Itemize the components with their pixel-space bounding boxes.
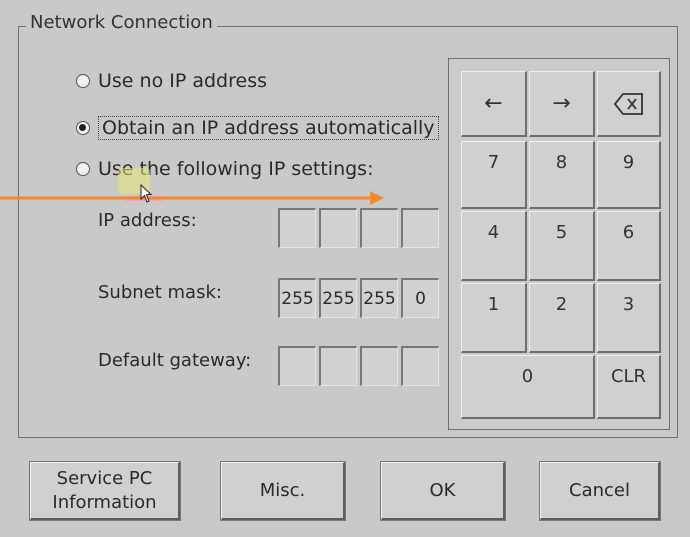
key-7[interactable]: 7 <box>461 141 527 209</box>
subnet-octet-1[interactable]: 255 <box>278 278 316 318</box>
key-8[interactable]: 8 <box>529 141 595 209</box>
button-label-line2: Information <box>52 491 157 513</box>
ip-octet-1[interactable] <box>278 208 316 248</box>
backspace-key[interactable] <box>597 71 661 137</box>
key-label: 1 <box>487 294 500 315</box>
ip-address-label: IP address: <box>98 210 197 231</box>
subnet-mask-label: Subnet mask: <box>98 282 222 303</box>
gateway-octet-4[interactable] <box>401 346 439 386</box>
ok-button[interactable]: OK <box>380 461 506 521</box>
key-label: 2 <box>555 294 568 315</box>
ip-octet-3[interactable] <box>360 208 398 248</box>
ip-address-field[interactable] <box>278 208 439 248</box>
radio-obtain-automatic[interactable]: Obtain an IP address automatically <box>76 116 439 140</box>
key-9[interactable]: 9 <box>597 141 661 209</box>
service-pc-information-button[interactable]: Service PC Information <box>29 461 181 521</box>
radio-no-ip[interactable]: Use no IP address <box>76 70 267 92</box>
button-label: OK <box>429 479 456 501</box>
key-label: CLR <box>610 366 647 387</box>
key-4[interactable]: 4 <box>461 211 527 281</box>
radio-label: Use no IP address <box>98 70 267 92</box>
radio-button-selected[interactable] <box>76 121 90 135</box>
subnet-octet-3[interactable]: 255 <box>360 278 398 318</box>
key-label: 0 <box>521 366 534 387</box>
key-label: 9 <box>622 152 635 173</box>
subnet-mask-field[interactable]: 255 255 255 0 <box>278 278 439 318</box>
key-3[interactable]: 3 <box>597 283 661 353</box>
button-label: Cancel <box>569 479 630 501</box>
ip-octet-4[interactable] <box>401 208 439 248</box>
numeric-keypad: ← → 7 8 9 4 5 6 1 2 3 0 CLR <box>448 58 670 430</box>
default-gateway-field[interactable] <box>278 346 439 386</box>
right-arrow-icon: → <box>552 91 571 116</box>
default-gateway-label: Default gateway: <box>98 350 252 371</box>
right-arrow-key[interactable]: → <box>529 71 595 137</box>
gateway-octet-2[interactable] <box>319 346 357 386</box>
key-1[interactable]: 1 <box>461 283 527 353</box>
key-0[interactable]: 0 <box>461 355 595 419</box>
button-label: Misc. <box>259 479 306 501</box>
key-5[interactable]: 5 <box>529 211 595 281</box>
gateway-octet-1[interactable] <box>278 346 316 386</box>
cancel-button[interactable]: Cancel <box>539 461 661 521</box>
misc-button[interactable]: Misc. <box>220 461 346 521</box>
key-label: 4 <box>487 222 500 243</box>
clear-key[interactable]: CLR <box>597 355 661 419</box>
key-label: 7 <box>487 152 500 173</box>
gateway-octet-3[interactable] <box>360 346 398 386</box>
key-label: 8 <box>555 152 568 173</box>
key-label: 6 <box>622 222 635 243</box>
radio-button[interactable] <box>76 74 90 88</box>
button-label-line1: Service PC <box>56 468 153 490</box>
radio-label: Obtain an IP address automatically <box>98 116 439 140</box>
key-6[interactable]: 6 <box>597 211 661 281</box>
annotation-arrow <box>0 191 384 205</box>
subnet-octet-2[interactable]: 255 <box>319 278 357 318</box>
key-label: 5 <box>555 222 568 243</box>
mouse-cursor-icon <box>140 184 153 203</box>
radio-button[interactable] <box>76 162 90 176</box>
left-arrow-key[interactable]: ← <box>461 71 527 137</box>
backspace-icon <box>613 92 643 115</box>
subnet-octet-4[interactable]: 0 <box>401 278 439 318</box>
key-2[interactable]: 2 <box>529 283 595 353</box>
key-label: 3 <box>622 294 635 315</box>
group-title: Network Connection <box>26 12 217 33</box>
left-arrow-icon: ← <box>484 91 503 116</box>
ip-octet-2[interactable] <box>319 208 357 248</box>
